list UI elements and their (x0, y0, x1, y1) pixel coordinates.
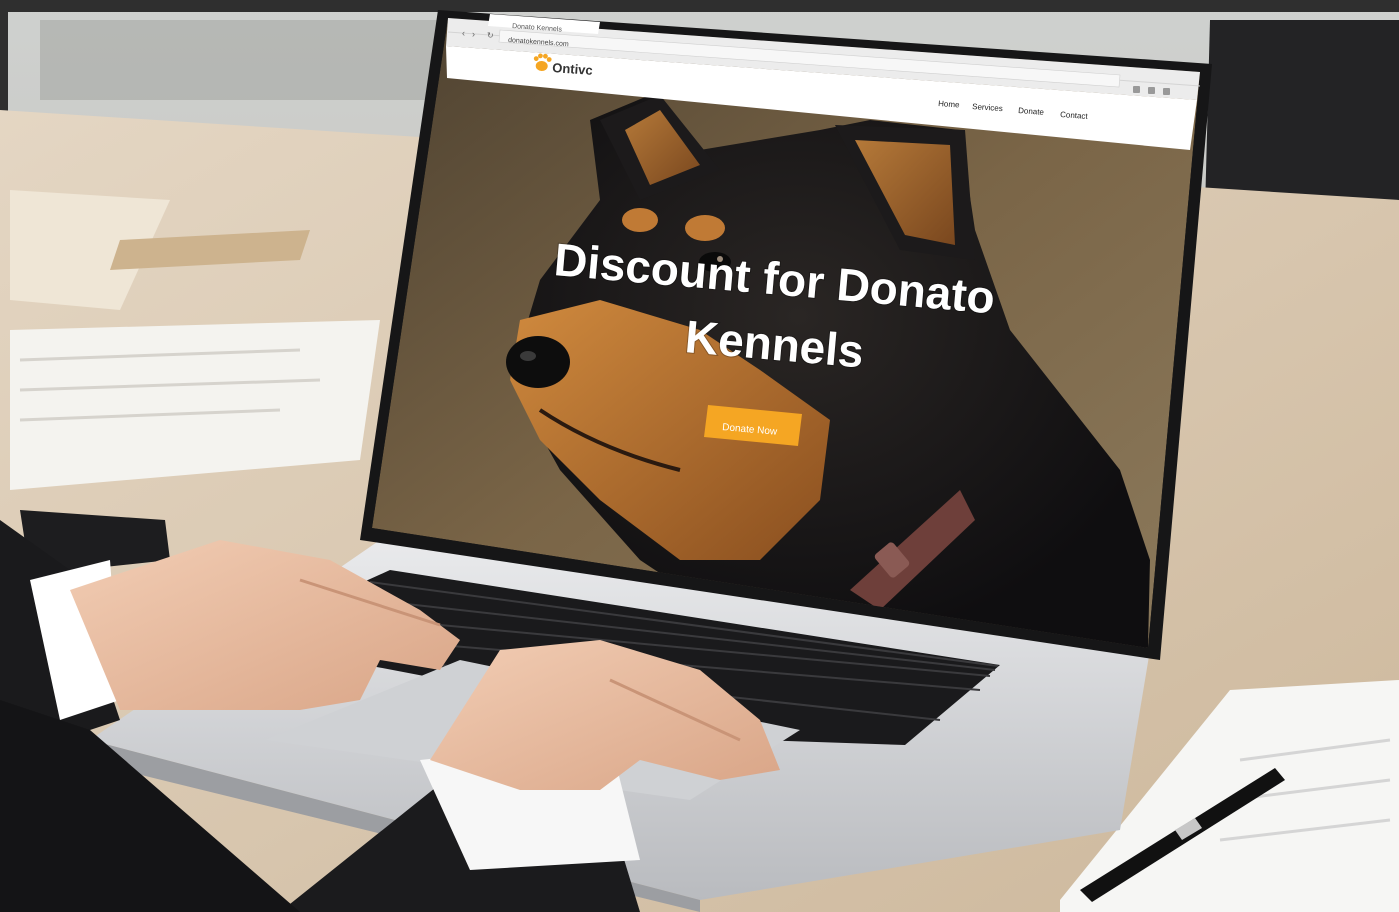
forward-arrow-icon[interactable]: › (472, 29, 475, 39)
nav-item-donate[interactable]: Donate (1018, 106, 1045, 117)
nav-item-home[interactable]: Home (938, 99, 960, 110)
site-logo-text[interactable]: Ontivc (552, 60, 593, 78)
back-arrow-icon[interactable]: ‹ (462, 28, 465, 38)
reload-icon[interactable]: ↻ (487, 31, 494, 40)
scene-illustration: ‹ › ↻ Donato Kennels donatokennels.com O… (0, 0, 1399, 912)
photo-scene: ‹ › ↻ Donato Kennels donatokennels.com O… (0, 0, 1399, 912)
